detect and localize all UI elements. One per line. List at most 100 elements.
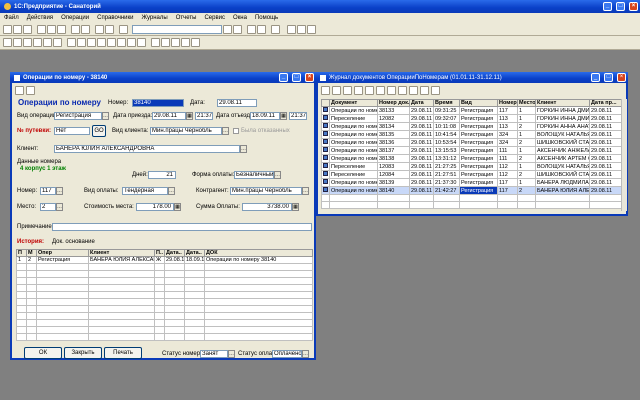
search-next-icon[interactable]: [233, 24, 242, 34]
j-new-icon[interactable]: [321, 86, 330, 95]
journal-minimize-icon[interactable]: _: [591, 73, 600, 82]
history-row[interactable]: [16, 263, 313, 271]
menu-item-6[interactable]: Сервис: [204, 15, 225, 21]
history-col-header[interactable]: М: [26, 249, 37, 257]
journal-col-header[interactable]: Дата: [409, 99, 434, 107]
journal-col-header[interactable]: Номер док.: [377, 99, 410, 107]
tool-11-icon[interactable]: [107, 38, 116, 47]
tool-19-icon[interactable]: [191, 38, 200, 47]
history-row[interactable]: [16, 319, 313, 327]
j-filter-icon[interactable]: [387, 86, 396, 95]
client-field[interactable]: БАНЕРА ЮЛИЯ АЛЕКСАНДРОВНА: [54, 145, 240, 153]
arrival-calendar-icon[interactable]: ▦: [186, 112, 193, 120]
form-help-icon[interactable]: [15, 86, 24, 95]
departure-calendar-icon[interactable]: ▦: [280, 112, 287, 120]
history-col-header[interactable]: ДОК: [204, 249, 313, 257]
close-icon[interactable]: ×: [629, 2, 638, 11]
tool-6-icon[interactable]: [53, 38, 62, 47]
cut-icon[interactable]: [37, 24, 46, 34]
menu-item-7[interactable]: Окна: [233, 15, 247, 21]
history-row[interactable]: [16, 312, 313, 320]
j-copy-icon[interactable]: [332, 86, 341, 95]
roomno-field[interactable]: 117: [40, 187, 56, 195]
tool-4-icon[interactable]: [33, 38, 42, 47]
menu-item-0[interactable]: Файл: [4, 15, 19, 21]
journal-maximize-icon[interactable]: □: [604, 73, 613, 82]
print-icon[interactable]: [71, 24, 80, 34]
history-col-header[interactable]: П..: [154, 249, 165, 257]
menu-item-5[interactable]: Отчеты: [176, 15, 197, 21]
journal-col-header[interactable]: Место: [517, 99, 536, 107]
tool-2-icon[interactable]: [13, 38, 22, 47]
tool-12-icon[interactable]: [117, 38, 126, 47]
save-icon[interactable]: [23, 24, 32, 34]
print-button[interactable]: Печать: [104, 347, 142, 359]
ok-button[interactable]: ОК: [24, 347, 62, 359]
undo-icon[interactable]: [95, 24, 104, 34]
history-col-header[interactable]: Клиент: [88, 249, 155, 257]
journal-row[interactable]: Переселение 12084 29.08.11 21:27:51 Регистра…: [321, 170, 622, 179]
mplus-icon[interactable]: [297, 24, 306, 34]
number-field[interactable]: 38140: [132, 99, 184, 107]
sum-field[interactable]: 3738.00: [242, 203, 292, 211]
history-col-header[interactable]: Дата..: [164, 249, 185, 257]
history-row[interactable]: [16, 291, 313, 299]
tool-16-icon[interactable]: [161, 38, 170, 47]
client-type-field[interactable]: Мин.працы Чернобль: [150, 127, 222, 135]
j-help-icon[interactable]: [420, 86, 429, 95]
search-combo[interactable]: [132, 24, 222, 34]
tool-18-icon[interactable]: [181, 38, 190, 47]
voucher-field[interactable]: Нет: [54, 127, 90, 135]
go-button[interactable]: GO: [92, 125, 106, 137]
optype-select-icon[interactable]: …: [102, 112, 109, 120]
maximize-icon[interactable]: □: [616, 2, 625, 11]
journal-col-header[interactable]: [321, 99, 330, 107]
journal-col-header[interactable]: Время: [433, 99, 460, 107]
history-col-header[interactable]: Опер: [36, 249, 89, 257]
arrival-date-field[interactable]: 29.08.11: [152, 112, 186, 120]
payform-field[interactable]: Безналичный: [234, 171, 274, 179]
close-button[interactable]: Закрыть: [64, 347, 102, 359]
mminus-icon[interactable]: [307, 24, 316, 34]
sum-calc-icon[interactable]: ▦: [292, 203, 299, 211]
form-options-icon[interactable]: [26, 86, 35, 95]
paytype-field[interactable]: Тендерная: [122, 187, 168, 195]
pay-status-select-icon[interactable]: …: [302, 350, 309, 358]
history-row[interactable]: [16, 270, 313, 278]
journal-row[interactable]: Операции по номеру3813429.08.1110:11:08Р…: [321, 122, 622, 131]
calendar-icon[interactable]: [257, 24, 266, 34]
optype-field[interactable]: Регистрация: [54, 112, 102, 120]
tool-7-icon[interactable]: [67, 38, 76, 47]
journal-row[interactable]: Операции по номеру3814029.08.1121:42:27Р…: [321, 186, 622, 195]
roomno-select-icon[interactable]: …: [56, 187, 63, 195]
history-col-header[interactable]: П: [16, 249, 27, 257]
room-status-field[interactable]: Занят: [200, 350, 228, 358]
tool-14-icon[interactable]: [137, 38, 146, 47]
minimize-icon[interactable]: _: [603, 2, 612, 11]
menu-item-2[interactable]: Операции: [61, 15, 89, 21]
menu-item-1[interactable]: Действия: [27, 15, 53, 21]
history-col-header[interactable]: Дата..: [184, 249, 205, 257]
menu-item-8[interactable]: Помощь: [255, 15, 278, 21]
journal-table[interactable]: Документ Номер док. Дата Время Вид Номер Место…: [321, 99, 622, 209]
journal-col-header[interactable]: Дата пр...: [589, 99, 622, 107]
j-unpost-icon[interactable]: [376, 86, 385, 95]
departure-date-field[interactable]: 18.09.11: [250, 112, 280, 120]
room-status-select-icon[interactable]: …: [228, 350, 235, 358]
paste-icon[interactable]: [57, 24, 66, 34]
m-icon[interactable]: [287, 24, 296, 34]
tool-13-icon[interactable]: [127, 38, 136, 47]
arrival-time-field[interactable]: 21:37: [195, 112, 213, 120]
j-print-icon[interactable]: [398, 86, 407, 95]
find-icon[interactable]: [119, 24, 128, 34]
history-row[interactable]: 12РегистрацияБАНЕРА ЮЛИЯ АЛЕКСАНД...Ж29.…: [16, 256, 313, 264]
client-select-icon[interactable]: …: [240, 145, 247, 153]
journal-row[interactable]: Операции по номеру3813529.08.1110:41:54Р…: [321, 130, 622, 139]
menu-item-3[interactable]: Справочники: [97, 15, 133, 21]
history-row[interactable]: [16, 298, 313, 306]
journal-close-icon[interactable]: ×: [617, 73, 626, 82]
journal-row[interactable]: Операции по номеру3813329.08.1109:31:25Р…: [321, 106, 622, 115]
departure-time-field[interactable]: 21:37: [289, 112, 307, 120]
copy-icon[interactable]: [47, 24, 56, 34]
j-post-icon[interactable]: [365, 86, 374, 95]
